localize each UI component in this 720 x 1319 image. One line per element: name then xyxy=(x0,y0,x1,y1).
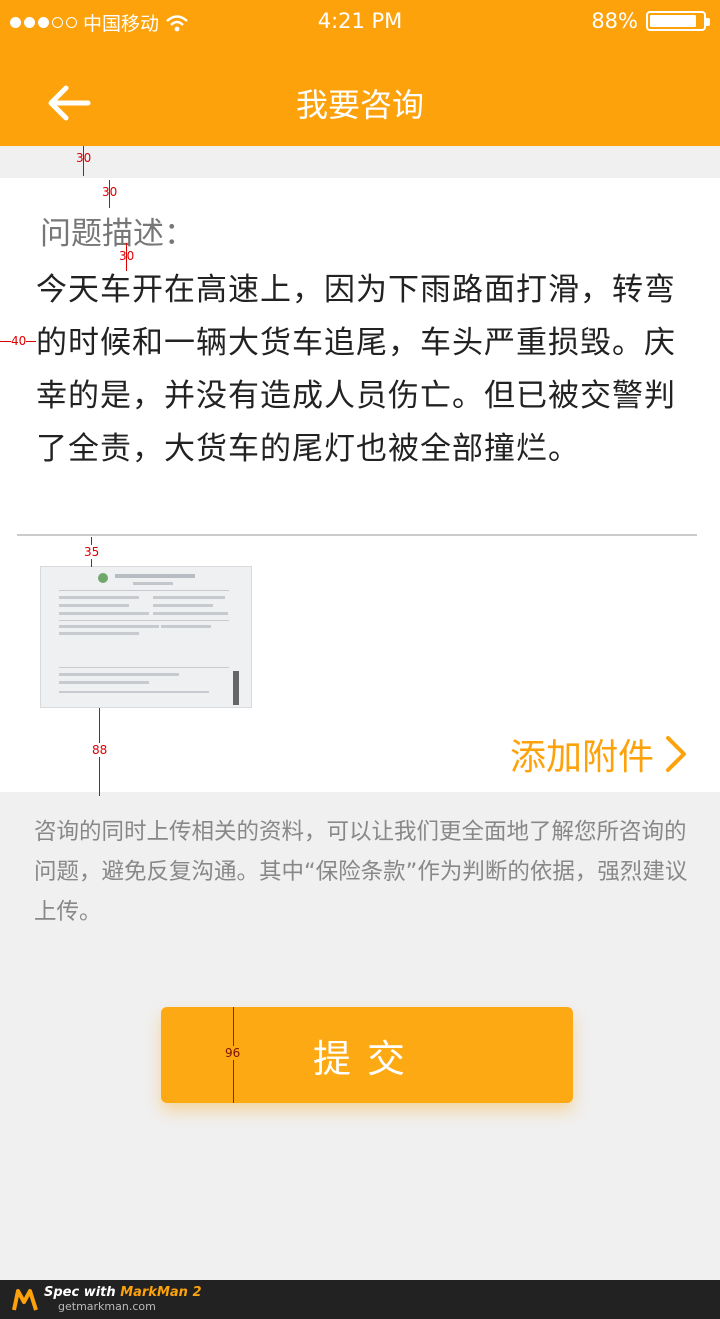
divider xyxy=(17,534,697,536)
measure-label: 30 xyxy=(119,249,135,263)
battery-level xyxy=(650,15,696,27)
markman-footer: Spec with MarkMan 2 getmarkman.com xyxy=(0,1280,720,1319)
battery-percent: 88% xyxy=(591,9,638,33)
spec-brand: MarkMan 2 xyxy=(120,1285,202,1300)
measure-label: 35 xyxy=(84,545,100,559)
document-image xyxy=(41,567,251,707)
question-label: 问题描述： xyxy=(40,216,195,252)
measure-label: 96 xyxy=(225,1046,241,1060)
markman-logo-icon xyxy=(12,1289,38,1311)
measure-label: 30 xyxy=(102,185,118,199)
upload-hint: 咨询的同时上传相关的资料，可以让我们更全面地了解您所咨询的问题，避免反复沟通。其… xyxy=(34,819,688,925)
chevron-right-icon xyxy=(666,736,686,772)
spec-url: getmarkman.com xyxy=(58,1300,156,1313)
measure-label: 30 xyxy=(76,151,92,165)
attachment-thumbnail[interactable] xyxy=(40,566,252,708)
status-right: 88% xyxy=(591,9,710,33)
page-title: 我要咨询 xyxy=(295,86,424,124)
add-attachment-label: 添加附件 xyxy=(509,737,654,778)
battery-icon xyxy=(646,11,710,31)
measure-label: 88 xyxy=(92,743,108,757)
submit-button[interactable]: 提交 xyxy=(161,1007,573,1103)
status-bar: 中国移动 4:21 PM 88% xyxy=(0,0,720,44)
measure-label: 40 xyxy=(11,334,27,348)
question-body[interactable]: 今天车开在高速上，因为下雨路面打滑，转弯的时候和一辆大货车追尾，车头严重损毁。庆… xyxy=(36,264,696,476)
add-attachment-button[interactable]: 添加附件 xyxy=(510,728,688,780)
spec-title: Spec with MarkMan 2 xyxy=(44,1285,202,1300)
